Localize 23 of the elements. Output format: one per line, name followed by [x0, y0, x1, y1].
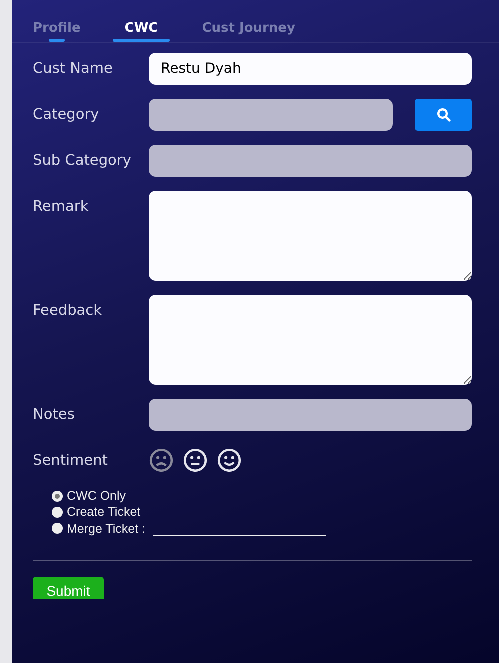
field-label: Category [33, 106, 100, 125]
field-label: Notes [33, 406, 76, 425]
input-field[interactable]: Restu Dyah [149, 53, 472, 85]
tab[interactable]: Profile [33, 0, 81, 42]
submit-button[interactable]: Submit [33, 577, 104, 599]
radio-button[interactable] [52, 506, 63, 518]
search-button[interactable] [415, 99, 472, 131]
option-label: Merge Ticket : [67, 522, 146, 536]
sad-face-icon[interactable] [149, 448, 174, 473]
tab[interactable]: CWC [112, 0, 170, 42]
radio-button[interactable] [52, 490, 63, 502]
field-label: Remark [33, 198, 90, 217]
radio-button[interactable] [52, 523, 63, 534]
neutral-face-icon[interactable] [183, 448, 208, 473]
search-icon [436, 108, 450, 122]
field-label: Sub Category [33, 152, 132, 171]
field-label: Sentiment [33, 452, 109, 471]
happy-face-icon[interactable] [217, 448, 242, 473]
field-label: Cust Name [33, 60, 114, 79]
option-label: Create Ticket [67, 505, 141, 519]
field-label: Feedback [33, 302, 104, 321]
tab[interactable]: Cust Journey [202, 0, 296, 42]
option-label: CWC Only [67, 489, 126, 503]
